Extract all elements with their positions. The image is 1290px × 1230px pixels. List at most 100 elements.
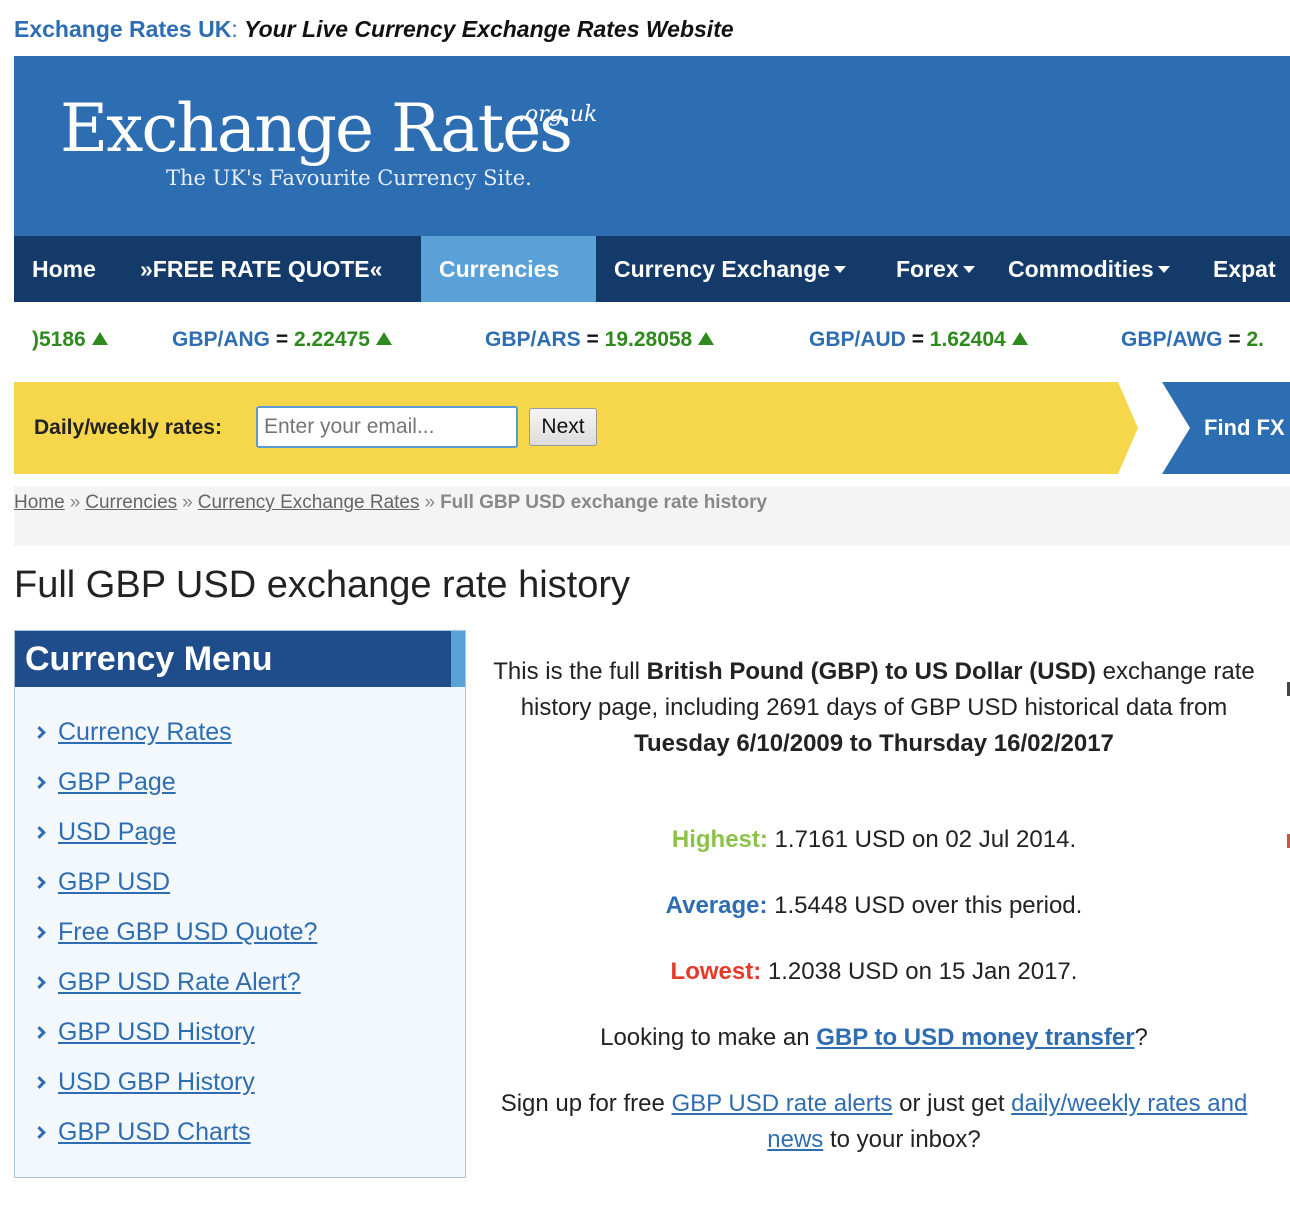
menu-link-gbp-usd-charts[interactable]: GBP USD Charts xyxy=(58,1118,251,1146)
page-title: Full GBP USD exchange rate history xyxy=(14,564,631,606)
currency-menu-title: Currency Menu xyxy=(15,631,465,687)
menu-item: Free GBP USD Quote? xyxy=(15,909,465,959)
breadcrumb-separator: » xyxy=(424,492,436,513)
chevron-right-icon xyxy=(33,776,46,789)
menu-item: GBP USD xyxy=(15,859,465,909)
alerts-pre: Sign up for free xyxy=(500,1090,672,1117)
lowest-label: Lowest: xyxy=(670,958,762,985)
menu-item: Currency Rates xyxy=(15,709,465,759)
alerts-post: to your inbox? xyxy=(823,1126,981,1153)
email-signup-bar: Daily/weekly rates: Next xyxy=(14,382,1138,474)
nav-commodities[interactable]: Commodities xyxy=(990,236,1188,302)
menu-link-gbp-page[interactable]: GBP Page xyxy=(58,768,176,796)
up-arrow-icon xyxy=(91,332,108,345)
logo-domain-text: .org.uk xyxy=(518,102,598,127)
breadcrumb-home[interactable]: Home xyxy=(14,492,65,513)
average-value: 1.5448 USD over this period. xyxy=(767,892,1083,919)
ticker-item[interactable]: )5186 xyxy=(32,328,108,352)
nav-forex[interactable]: Forex xyxy=(878,236,993,302)
intro-currency-pair: British Pound (GBP) to US Dollar (USD) xyxy=(646,658,1096,685)
breadcrumb-current: Full GBP USD exchange rate history xyxy=(440,492,768,513)
ticker-pair: GBP/AWG xyxy=(1121,328,1223,351)
tagline-text: Your Live Currency Exchange Rates Websit… xyxy=(244,16,734,42)
site-logo[interactable]: Exchange Rates .org.uk The UK's Favourit… xyxy=(60,90,597,191)
transfer-pre: Looking to make an xyxy=(600,1024,817,1051)
chevron-down-icon xyxy=(962,265,975,273)
ticker-value: 2. xyxy=(1246,328,1264,351)
ticker-pair: GBP/ANG xyxy=(172,328,271,351)
main-content: This is the full British Pound (GBP) to … xyxy=(478,654,1270,1188)
menu-link-usd-page[interactable]: USD Page xyxy=(58,818,176,846)
tagline-colon: : xyxy=(231,16,238,42)
next-button[interactable]: Next xyxy=(529,408,597,446)
chevron-right-icon xyxy=(33,926,46,939)
chevron-right-icon xyxy=(33,1076,46,1089)
stat-highest: Highest: 1.7161 USD on 02 Jul 2014. xyxy=(478,822,1270,858)
menu-item: GBP USD History xyxy=(15,1009,465,1059)
breadcrumb-currencies[interactable]: Currencies xyxy=(85,492,177,513)
nav-currency-exchange[interactable]: Currency Exchange xyxy=(596,236,864,302)
site-name: Exchange Rates UK xyxy=(14,16,232,42)
ticker-item[interactable]: GBP/AUD = 1.62404 xyxy=(809,328,1028,352)
breadcrumb-currency-exchange-rates[interactable]: Currency Exchange Rates xyxy=(198,492,420,513)
rate-alerts-link[interactable]: GBP USD rate alerts xyxy=(671,1090,892,1117)
menu-item: USD Page xyxy=(15,809,465,859)
chevron-right-icon xyxy=(33,876,46,889)
alerts-line: Sign up for free GBP USD rate alerts or … xyxy=(478,1086,1270,1158)
menu-link-gbp-usd-history[interactable]: GBP USD History xyxy=(58,1018,255,1046)
ticker-value: 2.22475 xyxy=(293,328,370,351)
ticker-pair: GBP/ARS xyxy=(485,328,581,351)
lowest-value: 1.2038 USD on 15 Jan 2017. xyxy=(761,958,1078,985)
email-input[interactable] xyxy=(256,406,518,448)
logo-main-text: Exchange Rates xyxy=(60,90,573,167)
ticker-value: 19.28058 xyxy=(604,328,693,351)
alerts-mid: or just get xyxy=(892,1090,1012,1117)
up-arrow-icon xyxy=(1011,332,1028,345)
menu-link-gbp-usd[interactable]: GBP USD xyxy=(58,868,170,896)
logo-slogan: The UK's Favourite Currency Site. xyxy=(166,166,532,190)
nav-label: Currency Exchange xyxy=(614,256,831,282)
nav-label: Expat xyxy=(1213,256,1276,282)
ticker-value: 1.62404 xyxy=(929,328,1006,351)
ticker-item[interactable]: GBP/ANG = 2.22475 xyxy=(172,328,392,352)
ticker-equals: = xyxy=(1228,328,1241,351)
menu-item: GBP USD Rate Alert? xyxy=(15,959,465,1009)
highest-label: Highest: xyxy=(671,826,768,853)
up-arrow-icon xyxy=(375,332,392,345)
menu-item: GBP Page xyxy=(15,759,465,809)
money-transfer-link[interactable]: GBP to USD money transfer xyxy=(816,1024,1134,1051)
ticker-value: )5186 xyxy=(32,328,86,351)
menu-item: USD GBP History xyxy=(15,1059,465,1109)
find-fx-label: Find FX xyxy=(1204,415,1285,440)
menu-link-currency-rates[interactable]: Currency Rates xyxy=(58,718,232,746)
menu-link-usd-gbp-history[interactable]: USD GBP History xyxy=(58,1068,255,1096)
ticker-item[interactable]: GBP/AWG = 2. xyxy=(1121,328,1264,352)
menu-link-free-quote[interactable]: Free GBP USD Quote? xyxy=(58,918,317,946)
rate-ticker: )5186 GBP/ANG = 2.22475 GBP/ARS = 19.280… xyxy=(14,302,1290,380)
nav-label: »FREE RATE QUOTE« xyxy=(140,256,383,282)
nav-expat[interactable]: Expat xyxy=(1195,236,1290,302)
stat-average: Average: 1.5448 USD over this period. xyxy=(478,888,1270,924)
highest-value: 1.7161 USD on 02 Jul 2014. xyxy=(767,826,1077,853)
ticker-item[interactable]: GBP/ARS = 19.28058 xyxy=(485,328,715,352)
nav-free-rate-quote[interactable]: »FREE RATE QUOTE« xyxy=(122,236,400,302)
transfer-line: Looking to make an GBP to USD money tran… xyxy=(478,1020,1270,1056)
menu-item: GBP USD Charts xyxy=(15,1109,465,1159)
chevron-down-icon xyxy=(1157,265,1170,273)
chevron-right-icon xyxy=(33,826,46,839)
nav-label: Home xyxy=(32,256,96,282)
chevron-right-icon xyxy=(33,1026,46,1039)
chevron-right-icon xyxy=(33,726,46,739)
currency-menu-list: Currency Rates GBP Page USD Page GBP USD… xyxy=(15,687,465,1159)
intro-text-1: This is the full xyxy=(493,658,647,685)
currency-menu: Currency Menu Currency Rates GBP Page US… xyxy=(14,630,466,1178)
breadcrumb-separator: » xyxy=(182,492,193,513)
signup-label: Daily/weekly rates: xyxy=(34,416,222,439)
nav-label: Currencies xyxy=(439,256,560,282)
nav-home[interactable]: Home xyxy=(14,236,114,302)
ticker-equals: = xyxy=(911,328,924,351)
menu-link-rate-alert[interactable]: GBP USD Rate Alert? xyxy=(58,968,301,996)
nav-currencies[interactable]: Currencies xyxy=(421,236,596,302)
main-nav: Home »FREE RATE QUOTE« Currencies Curren… xyxy=(14,236,1290,302)
find-fx-button[interactable]: Find FX xyxy=(1162,382,1290,474)
